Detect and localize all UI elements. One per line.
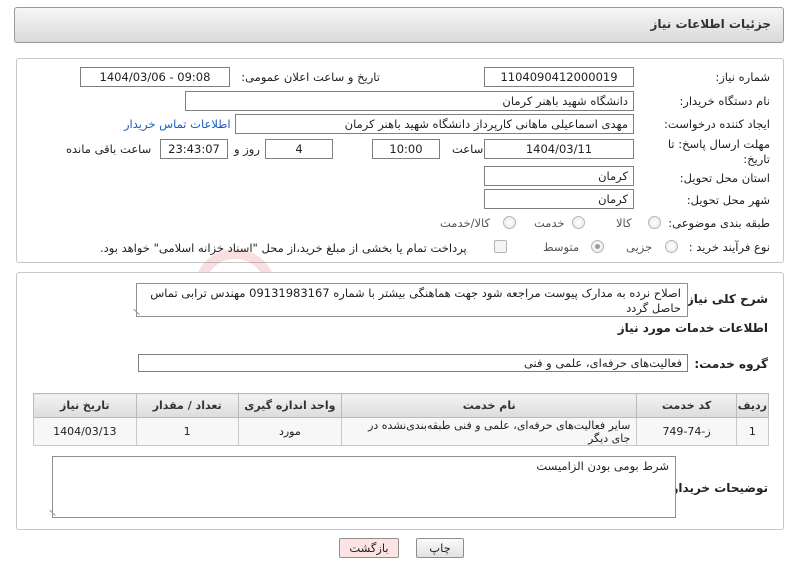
general-desc-label: شرح کلی نیاز: <box>682 292 768 306</box>
table-row: 1 ز-74-749 سایر فعالیت‌های حرفه‌ای، علمی… <box>33 417 770 446</box>
purchase-type-label: نوع فرآیند خرید : <box>688 240 770 254</box>
category-label: طبقه بندی موضوعی: <box>668 216 770 230</box>
cell-quantity: 1 <box>135 417 239 446</box>
purchase-type-medium-label: متوسط <box>543 240 580 254</box>
resize-grip-icon[interactable] <box>49 504 61 516</box>
purchase-type-minor-radio[interactable] <box>665 240 678 253</box>
print-button[interactable]: چاپ <box>416 538 464 558</box>
service-group-field: فعالیت‌های حرفه‌ای، علمی و فنی <box>138 354 688 372</box>
buyer-notes-field: شرط بومی بودن الزامیست <box>49 456 676 518</box>
treasury-bonds-text: پرداخت تمام یا بخشی از مبلغ خرید،از محل … <box>100 241 467 255</box>
city-label: شهر محل تحویل: <box>686 193 770 207</box>
col-need-date: تاریخ نیاز <box>33 393 137 418</box>
remaining-time-field: 23:43:07 <box>160 139 228 159</box>
city-field: کرمان <box>484 189 634 209</box>
deadline-label-line2: تاریخ: <box>743 152 770 166</box>
cell-need-date: 1404/03/13 <box>33 417 137 446</box>
deadline-time-field: 10:00 <box>372 139 440 159</box>
cell-unit: مورد <box>237 417 342 446</box>
need-number-label: شماره نیاز: <box>715 70 770 84</box>
announce-datetime-label: تاریخ و ساعت اعلان عمومی: <box>241 70 380 84</box>
requester-field: مهدی اسماعیلی ماهانی کارپرداز دانشگاه شه… <box>235 114 634 134</box>
category-goods-radio[interactable] <box>648 216 661 229</box>
treasury-bonds-checkbox[interactable] <box>494 240 507 253</box>
resize-grip-icon[interactable] <box>133 303 145 315</box>
services-heading: اطلاعات خدمات مورد نیاز <box>617 321 768 335</box>
category-service-label: خدمت <box>534 216 565 230</box>
cell-row-number: 1 <box>735 417 770 446</box>
deadline-date-field: 1404/03/11 <box>484 139 634 159</box>
page-title: جزئیات اطلاعات نیاز <box>650 17 771 31</box>
deadline-time-label: ساعت <box>452 142 484 156</box>
requester-label: ایجاد کننده درخواست: <box>664 117 770 131</box>
col-quantity: تعداد / مقدار <box>135 393 239 418</box>
back-button[interactable]: بازگشت <box>339 538 399 558</box>
purchase-type-medium-radio[interactable] <box>591 240 604 253</box>
deadline-label-line1: مهلت ارسال پاسخ: تا <box>667 137 770 151</box>
col-row-number: ردیف <box>735 393 770 418</box>
remaining-days-label: روز و <box>234 142 260 156</box>
category-service-radio[interactable] <box>572 216 585 229</box>
need-info-panel <box>16 58 784 263</box>
province-label: استان محل تحویل: <box>679 171 770 185</box>
services-table: ردیف کد خدمت نام خدمت واحد اندازه گیری ت… <box>33 393 770 446</box>
table-header-row: ردیف کد خدمت نام خدمت واحد اندازه گیری ت… <box>33 393 770 418</box>
cell-service-code: ز-74-749 <box>636 417 737 446</box>
buyer-org-label: نام دستگاه خریدار: <box>679 94 770 108</box>
remaining-days-field: 4 <box>265 139 333 159</box>
need-number-field: 1104090412000019 <box>484 67 634 87</box>
buyer-contact-link[interactable]: اطلاعات تماس خریدار <box>124 117 231 131</box>
col-service-name: نام خدمت <box>340 393 638 418</box>
category-goods-service-radio[interactable] <box>503 216 516 229</box>
announce-datetime-field: 1404/03/06 - 09:08 <box>80 67 230 87</box>
col-unit: واحد اندازه گیری <box>237 393 342 418</box>
cell-service-name: سایر فعالیت‌های حرفه‌ای، علمی و فنی طبقه… <box>340 417 638 446</box>
province-field: کرمان <box>484 166 634 186</box>
purchase-type-minor-label: جزیی <box>626 240 653 254</box>
general-desc-field: اصلاح نرده به مدارک پیوست مراجعه شود جهت… <box>133 283 688 317</box>
buyer-org-field: دانشگاه شهید باهنر کرمان <box>185 91 634 111</box>
category-goods-service-label: کالا/خدمت <box>440 216 491 230</box>
remaining-time-label: ساعت باقی مانده <box>66 142 152 156</box>
col-service-code: کد خدمت <box>636 393 737 418</box>
category-goods-label: کالا <box>616 216 632 230</box>
page-header: جزئیات اطلاعات نیاز <box>14 7 784 43</box>
service-group-label: گروه خدمت: <box>694 357 768 371</box>
buyer-notes-label: توضیحات خریدار: <box>666 481 768 495</box>
